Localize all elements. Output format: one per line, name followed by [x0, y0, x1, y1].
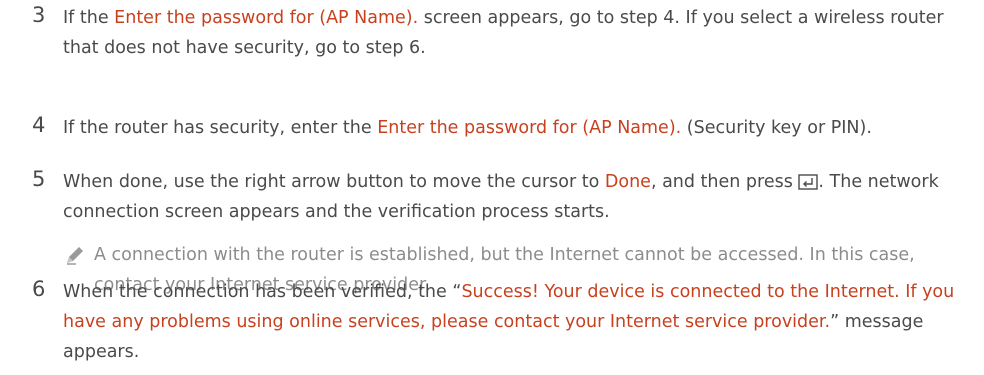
highlighted-text: Enter the password for (AP Name).: [114, 8, 419, 28]
step-number: 4: [32, 113, 46, 137]
text-run: , and then press: [650, 172, 799, 192]
step-text: When done, use the right arrow button to…: [63, 167, 975, 227]
step-text: If the Enter the password for (AP Name).…: [63, 3, 975, 63]
enter-key-icon: [798, 174, 819, 190]
highlighted-text: Enter the password for (AP Name).: [377, 118, 682, 138]
text-run: (Security key or PIN).: [681, 118, 872, 138]
pencil-note-icon: [67, 247, 83, 265]
text-run: If the router has security, enter the: [63, 118, 378, 138]
text-run: When done, use the right arrow button to…: [63, 172, 605, 192]
highlighted-text: Done: [604, 172, 651, 192]
step-number: 3: [32, 3, 46, 27]
step-number: 5: [32, 167, 46, 191]
step-text: When the connection has been verified, t…: [63, 277, 975, 367]
step-number: 6: [32, 277, 46, 301]
text-run: If the: [63, 8, 115, 28]
manual-page: 3 If the Enter the password for (AP Name…: [0, 0, 984, 375]
step-text: If the router has security, enter the En…: [63, 113, 975, 143]
text-run: When the connection has been verified, t…: [63, 282, 462, 302]
